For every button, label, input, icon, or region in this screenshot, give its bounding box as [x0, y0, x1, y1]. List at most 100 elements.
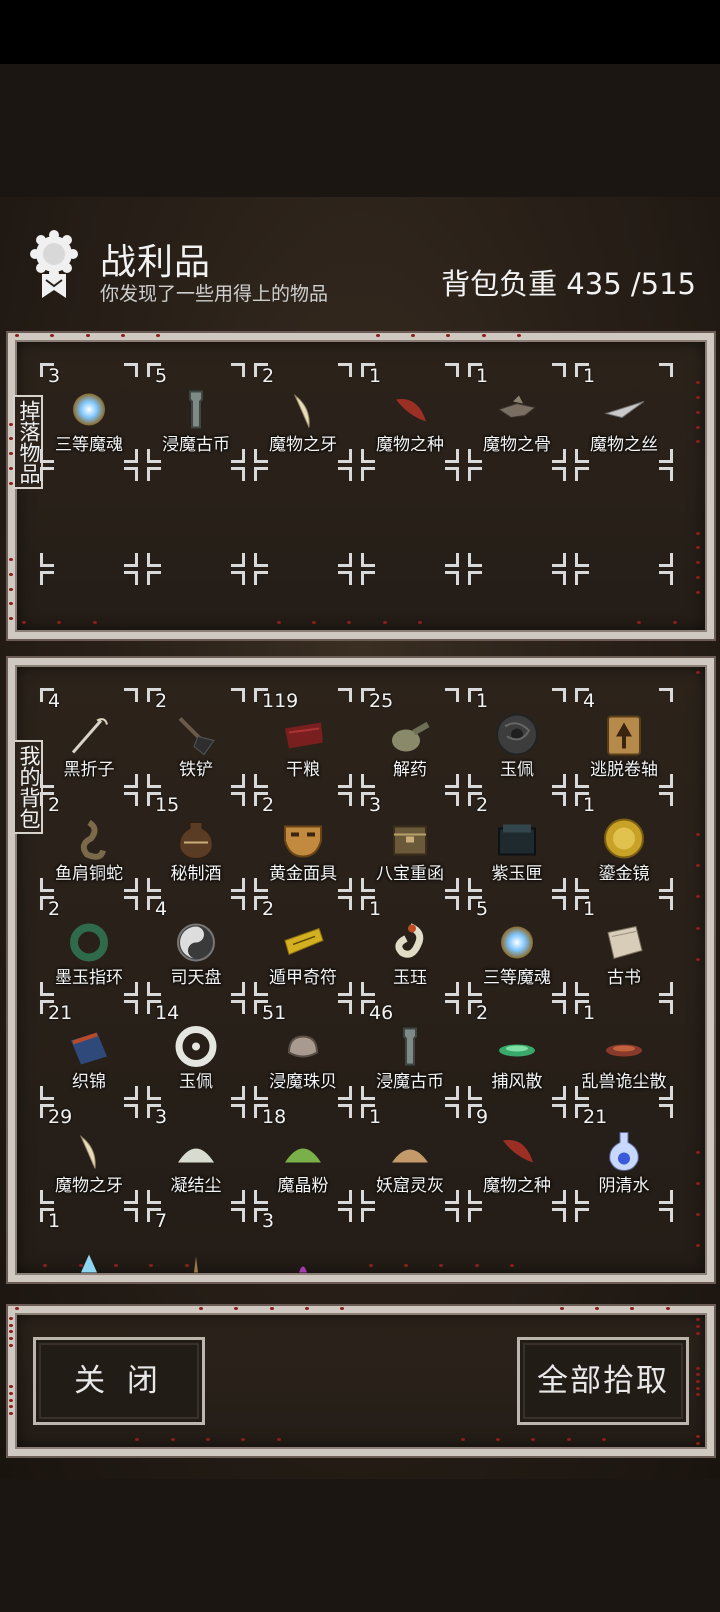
item-name: 司天盘 [170, 968, 222, 988]
item-count: 2 [155, 690, 168, 712]
bag-item-empty-slot[interactable] [575, 1208, 673, 1275]
slot-corner [552, 467, 566, 481]
bag-item-slot[interactable]: 21 阴清水 [575, 1104, 673, 1204]
drop-item-empty-slot[interactable] [40, 467, 138, 567]
slot-corner [254, 553, 268, 567]
drop-item-empty-slot[interactable] [147, 571, 245, 671]
drop-items-grid: 3 三等魔魂 5 浸魔古币 2 魔物之牙 1 魔物之种 1 魔物之骨 1 魔物之丝 [40, 363, 673, 671]
potion-flask-icon [609, 1131, 639, 1171]
my-bag-grid[interactable]: 4 黑折子 2 铁铲 119 干粮 25 解药 1 玉佩 4 逃脱卷轴 2 鱼肩铜蛇 15 秘制酒 2 黄金面具 3… [40, 688, 673, 1275]
bag-item-slot[interactable]: 1 鎏金镜 [575, 792, 673, 892]
frame-speck [696, 1150, 700, 1154]
white-jade-pendant-icon [175, 1025, 217, 1067]
item-name: 魔物之种 [483, 1176, 551, 1196]
drop-item-empty-slot[interactable] [254, 571, 352, 671]
close-button[interactable]: 关 闭 [33, 1337, 205, 1425]
frame-speck [696, 396, 700, 400]
my-bag-label: 我的背包 [15, 740, 43, 834]
bag-item-slot[interactable]: 14 玉佩 [147, 1000, 245, 1100]
frame-speck [566, 1438, 571, 1441]
drop-item-slot[interactable]: 1 魔物之丝 [575, 363, 673, 463]
slot-corner [338, 1208, 352, 1222]
bag-item-slot[interactable]: 3 凝结尘 [147, 1104, 245, 1204]
blue-crystal-icon [81, 1254, 97, 1273]
frame-speck [382, 621, 387, 624]
drop-items-label: 掉落物品 [13, 395, 43, 489]
bag-item-slot[interactable]: 25 解药 [361, 688, 459, 788]
bag-item-empty-slot[interactable]: 3 [254, 1208, 352, 1275]
drop-item-empty-slot[interactable] [40, 571, 138, 671]
bag-item-slot[interactable]: 119 干粮 [254, 688, 352, 788]
bag-item-slot[interactable]: 1 玉佩 [468, 688, 566, 788]
gold-mask-icon [284, 825, 322, 858]
item-count: 51 [262, 1002, 287, 1024]
bag-item-slot[interactable]: 2 紫玉匣 [468, 792, 566, 892]
drop-item-slot[interactable]: 1 魔物之骨 [468, 363, 566, 463]
drop-item-empty-slot[interactable] [468, 467, 566, 567]
bag-item-slot[interactable]: 1 玉珏 [361, 896, 459, 996]
bag-item-slot[interactable]: 4 司天盘 [147, 896, 245, 996]
item-count: 1 [583, 1002, 596, 1024]
bag-item-slot[interactable]: 4 黑折子 [40, 688, 138, 788]
bag-item-slot[interactable]: 21 织锦 [40, 1000, 138, 1100]
frame-speck [696, 425, 700, 429]
drop-item-empty-slot[interactable] [468, 571, 566, 671]
frame-speck [9, 1045, 13, 1048]
bag-item-slot[interactable]: 4 逃脱卷轴 [575, 688, 673, 788]
bag-item-slot[interactable]: 5 三等魔魂 [468, 896, 566, 996]
silk-blade-icon [604, 401, 645, 419]
bag-item-empty-slot[interactable]: 1 [40, 1208, 138, 1275]
drop-item-slot[interactable]: 5 浸魔古币 [147, 363, 245, 463]
pick-all-button[interactable]: 全部拾取 [517, 1337, 689, 1425]
drop-item-slot[interactable]: 2 魔物之牙 [254, 363, 352, 463]
drop-item-slot[interactable]: 1 魔物之种 [361, 363, 459, 463]
slot-corner [231, 1104, 245, 1118]
item-name: 玉佩 [500, 760, 534, 780]
bag-item-slot[interactable]: 15 秘制酒 [147, 792, 245, 892]
frame-speck [9, 983, 13, 986]
frame-speck [9, 587, 13, 591]
frame-speck [121, 334, 126, 337]
bag-item-slot[interactable]: 2 铁铲 [147, 688, 245, 788]
bag-item-slot[interactable]: 2 鱼肩铜蛇 [40, 792, 138, 892]
frame-speck [538, 659, 542, 662]
bag-item-slot[interactable]: 2 墨玉指环 [40, 896, 138, 996]
bag-item-slot[interactable]: 1 乱兽诡尘散 [575, 1000, 673, 1100]
bag-item-slot[interactable]: 46 浸魔古币 [361, 1000, 459, 1100]
bag-item-slot[interactable]: 1 妖窟灵灰 [361, 1104, 459, 1204]
frame-speck [9, 1398, 13, 1402]
drop-item-empty-slot[interactable] [575, 467, 673, 567]
frame-speck [248, 659, 252, 662]
drop-item-empty-slot[interactable] [147, 467, 245, 567]
drop-item-slot[interactable]: 3 三等魔魂 [40, 363, 138, 463]
item-count: 7 [155, 1210, 168, 1232]
frame-speck [22, 621, 27, 624]
drop-item-empty-slot[interactable] [361, 571, 459, 671]
bag-item-slot[interactable]: 2 遁甲奇符 [254, 896, 352, 996]
ancient-spade-coin-icon [403, 1027, 417, 1066]
item-name: 墨玉指环 [55, 968, 123, 988]
item-count: 1 [369, 1106, 382, 1128]
slot-corner [338, 688, 352, 702]
bag-item-slot[interactable]: 29 魔物之牙 [40, 1104, 138, 1204]
frame-speck [9, 1343, 13, 1347]
drop-item-empty-slot[interactable] [575, 571, 673, 671]
green-powder-dish-icon [499, 1044, 535, 1057]
bag-item-slot[interactable]: 2 捕风散 [468, 1000, 566, 1100]
bag-item-empty-slot[interactable]: 7 [147, 1208, 245, 1275]
bag-item-slot[interactable]: 1 古书 [575, 896, 673, 996]
bag-item-empty-slot[interactable] [468, 1208, 566, 1275]
bag-item-slot[interactable]: 3 八宝重函 [361, 792, 459, 892]
bag-item-slot[interactable]: 9 魔物之种 [468, 1104, 566, 1204]
bag-item-slot[interactable]: 18 魔晶粉 [254, 1104, 352, 1204]
slot-corner [445, 1104, 459, 1118]
item-count: 2 [262, 794, 275, 816]
drop-item-empty-slot[interactable] [254, 467, 352, 567]
jade-dragon-icon [395, 923, 424, 958]
bag-item-slot[interactable]: 2 黄金面具 [254, 792, 352, 892]
bag-item-slot[interactable]: 51 浸魔珠贝 [254, 1000, 352, 1100]
slot-corner [124, 571, 138, 585]
drop-item-empty-slot[interactable] [361, 467, 459, 567]
rosette-badge-icon [30, 230, 78, 298]
bag-item-empty-slot[interactable] [361, 1208, 459, 1275]
